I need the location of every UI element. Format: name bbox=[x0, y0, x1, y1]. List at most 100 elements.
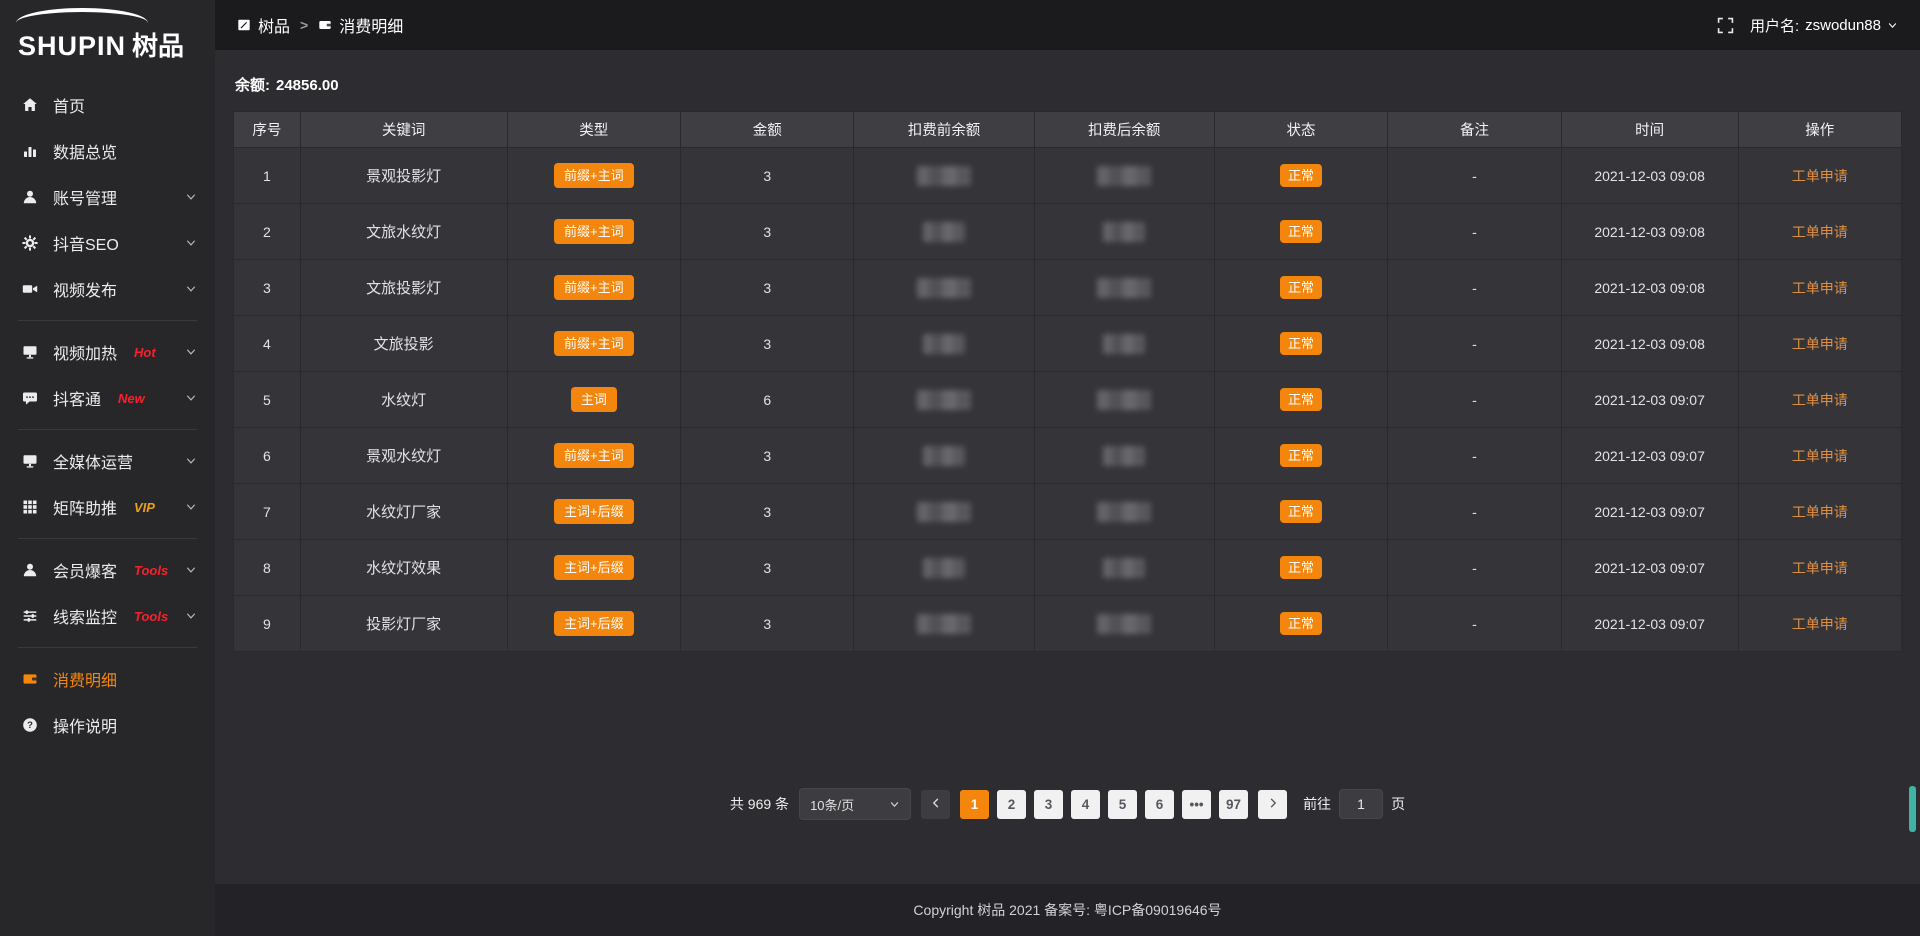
sidebar-item-leads-monitor[interactable]: 线索监控Tools bbox=[0, 593, 215, 639]
redacted-value bbox=[917, 278, 971, 298]
page-size-select[interactable]: 10条/页 bbox=[799, 788, 911, 820]
cell-remark: - bbox=[1388, 484, 1561, 540]
chevron-left-icon bbox=[930, 797, 942, 809]
type-badge: 前缀+主词 bbox=[554, 219, 634, 245]
cell-action: 工单申请 bbox=[1738, 540, 1902, 596]
sidebar-item-consume-detail[interactable]: 消费明细 bbox=[0, 656, 215, 702]
ticket-apply-link[interactable]: 工单申请 bbox=[1792, 616, 1848, 632]
sidebar-item-douyin-seo[interactable]: 抖音SEO bbox=[0, 220, 215, 266]
ticket-apply-link[interactable]: 工单申请 bbox=[1792, 280, 1848, 296]
status-badge: 正常 bbox=[1280, 388, 1322, 412]
redacted-value bbox=[1097, 502, 1151, 522]
page-button-5[interactable]: 5 bbox=[1108, 790, 1137, 819]
cell-remark: - bbox=[1388, 540, 1561, 596]
table-row: 8水纹灯效果主词+后缀3正常-2021-12-03 09:07工单申请 bbox=[234, 540, 1902, 596]
breadcrumb-separator: > bbox=[300, 17, 308, 33]
goto-page-input[interactable] bbox=[1339, 789, 1383, 819]
footer: Copyright 树品 2021 备案号: 粤ICP备09019646号 bbox=[215, 884, 1920, 936]
cell-status: 正常 bbox=[1214, 596, 1387, 652]
cell-time: 2021-12-03 09:08 bbox=[1561, 148, 1738, 204]
redacted-value bbox=[1103, 334, 1145, 354]
app-window: SHUPIN树品 首页数据总览账号管理抖音SEO 视频发布视频加热Hot抖客通Ne… bbox=[0, 0, 1920, 936]
sidebar-item-label: 账号管理 bbox=[53, 185, 117, 209]
chevron-down-icon bbox=[185, 346, 197, 358]
goto-unit: 页 bbox=[1391, 794, 1405, 814]
cell-index: 9 bbox=[234, 596, 301, 652]
page-button-4[interactable]: 4 bbox=[1071, 790, 1100, 819]
status-badge: 正常 bbox=[1280, 332, 1322, 356]
ticket-apply-link[interactable]: 工单申请 bbox=[1792, 504, 1848, 520]
sidebar-item-label: 矩阵助推 bbox=[53, 495, 117, 519]
sidebar-item-account-manage[interactable]: 账号管理 bbox=[0, 174, 215, 220]
sidebar-item-media-ops[interactable]: 全媒体运营 bbox=[0, 438, 215, 484]
fullscreen-icon[interactable] bbox=[1717, 17, 1734, 34]
sidebar-item-label: 首页 bbox=[53, 93, 85, 117]
scroll-indicator[interactable] bbox=[1909, 786, 1916, 832]
logo[interactable]: SHUPIN树品 bbox=[0, 0, 215, 74]
cell-remark: - bbox=[1388, 204, 1561, 260]
cell-type: 前缀+主词 bbox=[507, 260, 680, 316]
ticket-apply-link[interactable]: 工单申请 bbox=[1792, 392, 1848, 408]
next-page-button[interactable] bbox=[1258, 790, 1287, 819]
cell-time: 2021-12-03 09:08 bbox=[1561, 204, 1738, 260]
redacted-value bbox=[923, 334, 965, 354]
ticket-apply-link[interactable]: 工单申请 bbox=[1792, 224, 1848, 240]
sidebar-nav: 首页数据总览账号管理抖音SEO 视频发布视频加热Hot抖客通New 全媒体运营矩阵助… bbox=[0, 74, 215, 748]
sidebar-item-video-publish[interactable]: 视频发布 bbox=[0, 266, 215, 312]
cell-amount: 3 bbox=[681, 316, 854, 372]
redacted-value bbox=[923, 446, 965, 466]
cell-index: 5 bbox=[234, 372, 301, 428]
prev-page-button[interactable] bbox=[921, 790, 950, 819]
ticket-apply-link[interactable]: 工单申请 bbox=[1792, 336, 1848, 352]
ticket-apply-link[interactable]: 工单申请 bbox=[1792, 560, 1848, 576]
username-value: zswodun88 bbox=[1805, 17, 1881, 34]
user-menu[interactable]: 用户名: zswodun88 bbox=[1750, 15, 1898, 36]
page-button-3[interactable]: 3 bbox=[1034, 790, 1063, 819]
monitor-icon bbox=[22, 453, 38, 469]
page-button-97[interactable]: 97 bbox=[1219, 790, 1248, 819]
cell-keyword: 水纹灯 bbox=[300, 372, 507, 428]
page-button-6[interactable]: 6 bbox=[1145, 790, 1174, 819]
page-button-1[interactable]: 1 bbox=[960, 790, 989, 819]
breadcrumb-item-consume-detail[interactable]: 消费明细 bbox=[318, 13, 403, 37]
sidebar-item-member-burst[interactable]: 会员爆客Tools bbox=[0, 547, 215, 593]
sidebar-item-doukertong[interactable]: 抖客通New bbox=[0, 375, 215, 421]
chart-icon bbox=[22, 143, 38, 159]
cell-status: 正常 bbox=[1214, 428, 1387, 484]
sidebar-item-matrix-boost[interactable]: 矩阵助推VIP bbox=[0, 484, 215, 530]
cell-type: 前缀+主词 bbox=[507, 204, 680, 260]
cell-keyword: 文旅水纹灯 bbox=[300, 204, 507, 260]
cell-amount: 3 bbox=[681, 484, 854, 540]
redacted-value bbox=[1097, 614, 1151, 634]
consume-table: 序号关键词类型金额扣费前余额扣费后余额状态备注时间操作 1景观投影灯前缀+主词3… bbox=[233, 111, 1902, 652]
ticket-apply-link[interactable]: 工单申请 bbox=[1792, 168, 1848, 184]
redacted-value bbox=[1097, 278, 1151, 298]
cell-status: 正常 bbox=[1214, 316, 1387, 372]
breadcrumb-item-shupin[interactable]: 树品 bbox=[237, 13, 290, 37]
chevron-down-icon bbox=[185, 501, 197, 513]
redacted-value bbox=[923, 222, 965, 242]
sidebar-item-help[interactable]: ?操作说明 bbox=[0, 702, 215, 748]
cell-time: 2021-12-03 09:07 bbox=[1561, 484, 1738, 540]
redacted-value bbox=[917, 390, 971, 410]
sidebar-item-label: 视频发布 bbox=[53, 277, 117, 301]
cell-balance-before bbox=[854, 596, 1034, 652]
cell-action: 工单申请 bbox=[1738, 204, 1902, 260]
sidebar-divider bbox=[18, 538, 197, 539]
column-header: 状态 bbox=[1214, 112, 1387, 148]
sidebar-item-home[interactable]: 首页 bbox=[0, 82, 215, 128]
redacted-value bbox=[1097, 390, 1151, 410]
page-ellipsis-button[interactable]: ••• bbox=[1182, 790, 1211, 819]
table-row: 1景观投影灯前缀+主词3正常-2021-12-03 09:08工单申请 bbox=[234, 148, 1902, 204]
logo-arc bbox=[16, 8, 148, 38]
cell-keyword: 文旅投影灯 bbox=[300, 260, 507, 316]
breadcrumb-label: 树品 bbox=[258, 13, 290, 37]
sidebar-item-data-overview[interactable]: 数据总览 bbox=[0, 128, 215, 174]
sidebar-item-label: 全媒体运营 bbox=[53, 449, 133, 473]
sidebar-item-video-heat[interactable]: 视频加热Hot bbox=[0, 329, 215, 375]
cell-time: 2021-12-03 09:08 bbox=[1561, 316, 1738, 372]
ticket-apply-link[interactable]: 工单申请 bbox=[1792, 448, 1848, 464]
wallet-icon bbox=[318, 18, 332, 32]
grid-icon bbox=[22, 499, 38, 515]
page-button-2[interactable]: 2 bbox=[997, 790, 1026, 819]
